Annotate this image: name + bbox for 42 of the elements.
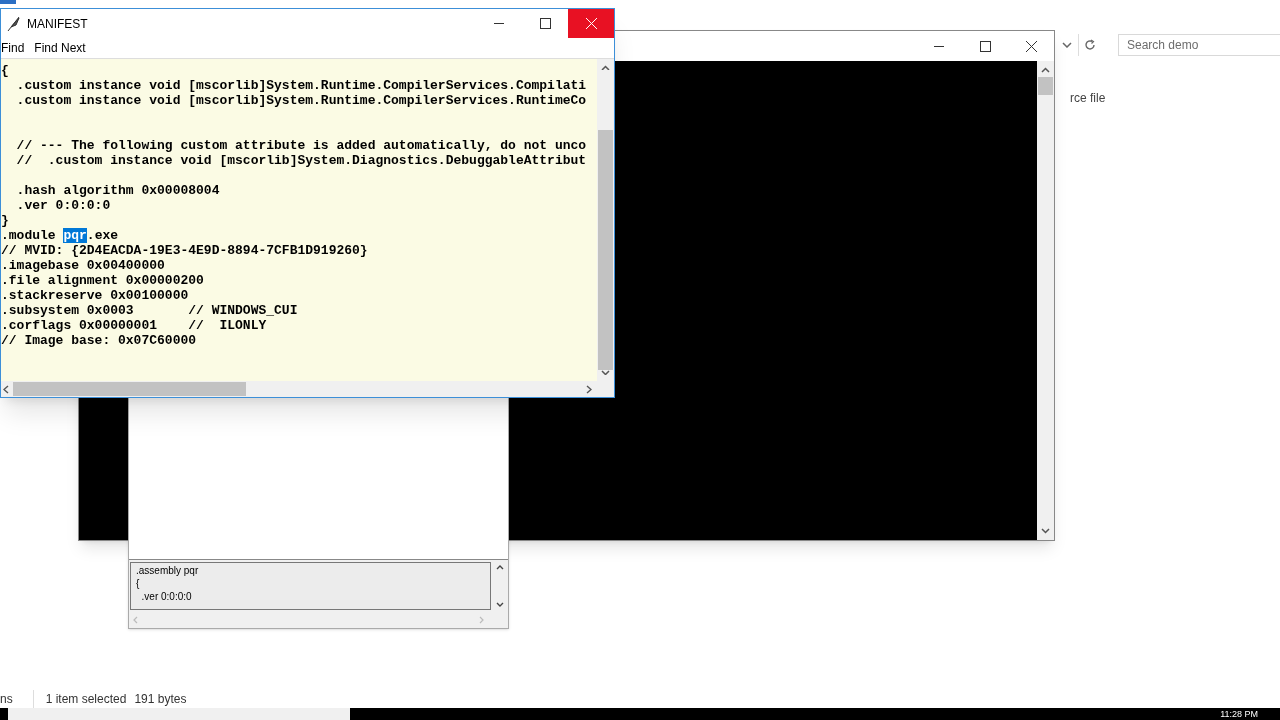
search-field[interactable]: Search demo xyxy=(1118,34,1280,56)
scroll-thumb[interactable] xyxy=(1038,77,1053,95)
vertical-scrollbar[interactable] xyxy=(1037,61,1054,540)
close-icon xyxy=(1025,40,1037,52)
code-line: .subsystem 0x0003 // WINDOWS_CUI xyxy=(1,303,298,318)
status-text: ns xyxy=(0,691,13,708)
code-line: .stackreserve 0x00100000 xyxy=(1,288,189,303)
maximize-icon xyxy=(979,40,991,52)
code-line: .imagebase 0x00400000 xyxy=(1,258,165,273)
code-line: .module pqr.exe xyxy=(1,228,119,243)
scroll-thumb[interactable] xyxy=(598,130,613,370)
minimize-icon xyxy=(934,45,944,47)
vertical-scrollbar[interactable] xyxy=(597,59,614,381)
close-icon xyxy=(585,18,597,29)
horizontal-scrollbar[interactable] xyxy=(1,381,614,397)
code-line: // .custom instance void [mscorlib]System.Diagnostics.DebuggableAttribut xyxy=(15,153,587,168)
code-line: // MVID: {2D4EACDA-19E3-4E9D-8894-7CFB1D919260} xyxy=(1,243,368,258)
taskbar-search-box[interactable] xyxy=(8,708,350,720)
code-line: .ver 0:0:0:0 xyxy=(15,198,111,213)
code-line: .file alignment 0x00000200 xyxy=(1,273,204,288)
refresh-icon xyxy=(1083,39,1096,51)
code-line: .custom instance void [mscorlib]System.Runtime.CompilerServices.Compilati xyxy=(15,78,587,93)
code-line: { xyxy=(1,63,9,78)
code-area[interactable] xyxy=(1,59,597,381)
code-line: // --- The following custom attribute is added automatically, do not unco xyxy=(15,138,587,153)
code-line: } xyxy=(1,213,9,228)
clock-text: 11:28 PM xyxy=(1220,708,1258,720)
code-line: .corflags 0x00000001 // ILONLY xyxy=(1,318,267,333)
menu-item[interactable]: Find Next xyxy=(34,39,86,57)
minimize-icon xyxy=(494,23,504,24)
code-line: .custom instance void [mscorlib]System.Runtime.CompilerServices.RuntimeCo xyxy=(15,93,587,108)
window-title: MANIFEST xyxy=(27,15,88,33)
dropdown-caret-icon[interactable] xyxy=(1062,42,1072,48)
text-box[interactable]: .assembly pqr { .ver 0:0:0:0 xyxy=(130,562,491,610)
code-line: .hash algorithm 0x00008004 xyxy=(15,183,220,198)
maximize-icon xyxy=(539,18,551,29)
column-text: rce file xyxy=(1069,90,1106,107)
feather-icon xyxy=(7,15,21,32)
scroll-thumb[interactable] xyxy=(13,382,246,396)
code-line: // Image base: 0x07C60000 xyxy=(1,333,197,348)
menu-item[interactable]: Find xyxy=(1,39,25,57)
size-status: 191 bytes xyxy=(134,691,187,708)
